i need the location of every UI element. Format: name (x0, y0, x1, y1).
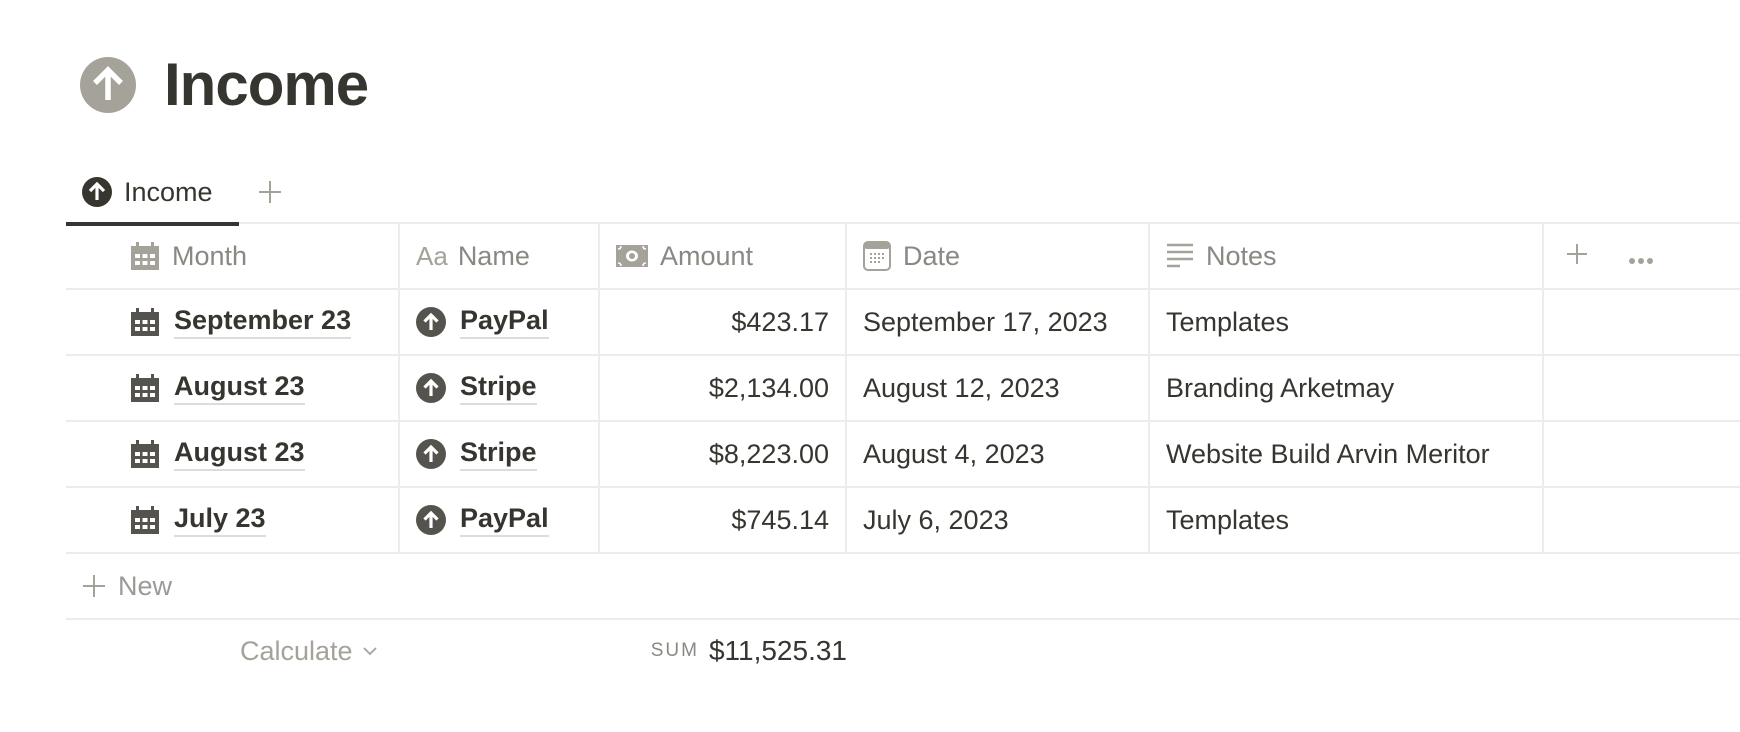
column-label: Month (172, 240, 248, 271)
calculation-row: Calculate SUM $11,525.31 (66, 620, 1740, 682)
name-cell[interactable]: Stripe (400, 356, 600, 420)
amount-cell[interactable]: $423.17 (600, 290, 847, 354)
column-actions (1544, 224, 1740, 288)
month-cell[interactable]: August 23 (66, 356, 400, 420)
month-link[interactable]: August 23 (174, 437, 305, 471)
new-label: New (118, 570, 173, 601)
notes-value: Branding Arketmay (1166, 372, 1395, 403)
calculate-label: Calculate (240, 635, 353, 666)
page-header: Income (80, 55, 369, 115)
calendar-icon (130, 439, 160, 469)
notes-cell[interactable]: Branding Arketmay (1150, 356, 1544, 420)
date-cell[interactable]: September 17, 2023 (847, 290, 1150, 354)
notes-cell[interactable]: Templates (1150, 290, 1544, 354)
column-header-month[interactable]: Month (66, 224, 400, 288)
column-header-date[interactable]: Date (847, 224, 1150, 288)
income-table: Month Aa Name Amount Date Notes Septembe… (66, 224, 1740, 682)
amount-value: $423.17 (731, 306, 829, 337)
arrow-up-circle-icon[interactable] (80, 57, 136, 113)
name-link[interactable]: Stripe (460, 371, 537, 405)
notes-value: Templates (1166, 504, 1290, 535)
new-row-button[interactable]: New (66, 554, 1740, 620)
plus-icon (1567, 243, 1587, 264)
calendar-icon (130, 307, 160, 337)
month-link[interactable]: September 23 (174, 305, 352, 339)
name-cell[interactable]: PayPal (400, 488, 600, 552)
lines-icon (1166, 243, 1194, 269)
month-link[interactable]: August 23 (174, 371, 305, 405)
amount-value: $8,223.00 (708, 438, 829, 469)
empty-cell (1544, 356, 1740, 420)
arrow-up-circle-icon (82, 177, 112, 207)
amount-cell[interactable]: $8,223.00 (600, 422, 847, 486)
notes-value: Templates (1166, 306, 1290, 337)
text-aa-icon: Aa (416, 240, 448, 271)
chevron-down-icon (362, 646, 377, 656)
date-value: August 12, 2023 (863, 372, 1060, 403)
amount-value: $2,134.00 (708, 372, 829, 403)
date-value: September 17, 2023 (863, 306, 1108, 337)
calculate-dropdown[interactable]: Calculate (240, 620, 377, 682)
table-row[interactable]: August 23 Stripe $8,223.00 August 4, 202… (66, 422, 1740, 488)
empty-cell (1544, 422, 1740, 486)
column-label: Name (457, 240, 530, 271)
name-cell[interactable]: Stripe (400, 422, 600, 486)
calendar-icon (130, 505, 160, 535)
date-cell[interactable]: August 12, 2023 (847, 356, 1150, 420)
column-header-notes[interactable]: Notes (1150, 224, 1544, 288)
table-row[interactable]: August 23 Stripe $2,134.00 August 12, 20… (66, 356, 1740, 422)
date-value: July 6, 2023 (863, 504, 1009, 535)
column-header-amount[interactable]: Amount (600, 224, 847, 288)
empty-cell (1544, 290, 1740, 354)
amount-cell[interactable]: $2,134.00 (600, 356, 847, 420)
tab-income[interactable]: Income (66, 160, 239, 226)
arrow-up-circle-icon (416, 373, 446, 403)
calendar-icon (130, 241, 160, 271)
name-link[interactable]: Stripe (460, 437, 537, 471)
amount-value: $745.14 (731, 504, 829, 535)
plus-icon (83, 575, 105, 597)
notes-cell[interactable]: Templates (1150, 488, 1544, 552)
column-header-name[interactable]: Aa Name (400, 224, 600, 288)
arrow-up-circle-icon (416, 439, 446, 469)
date-value: August 4, 2023 (863, 438, 1045, 469)
sum-label: SUM (650, 640, 699, 661)
banknote-icon (616, 245, 648, 267)
column-label: Amount (660, 240, 754, 271)
empty-cell (1544, 488, 1740, 552)
more-options-button[interactable] (1628, 241, 1654, 272)
month-cell[interactable]: August 23 (66, 422, 400, 486)
table-row[interactable]: September 23 PayPal $423.17 September 17… (66, 290, 1740, 356)
calendar-icon (130, 373, 160, 403)
tab-label: Income (124, 176, 213, 207)
column-label: Notes (1206, 240, 1277, 271)
name-link[interactable]: PayPal (460, 503, 549, 537)
table-row[interactable]: July 23 PayPal $745.14 July 6, 2023 Temp… (66, 488, 1740, 554)
amount-cell[interactable]: $745.14 (600, 488, 847, 552)
add-property-button[interactable] (1566, 241, 1588, 272)
date-cell[interactable]: August 4, 2023 (847, 422, 1150, 486)
column-label: Date (903, 240, 961, 271)
month-link[interactable]: July 23 (174, 503, 266, 537)
notes-value: Website Build Arvin Meritor (1166, 438, 1490, 469)
month-cell[interactable]: September 23 (66, 290, 400, 354)
plus-icon (259, 181, 281, 203)
ellipsis-icon (1629, 257, 1653, 264)
name-cell[interactable]: PayPal (400, 290, 600, 354)
view-tabs: Income (66, 160, 1740, 226)
name-link[interactable]: PayPal (460, 305, 549, 339)
amount-sum[interactable]: SUM $11,525.31 (620, 620, 847, 682)
date-icon (863, 241, 891, 271)
month-cell[interactable]: July 23 (66, 488, 400, 552)
sum-value: $11,525.31 (708, 635, 847, 666)
arrow-up-circle-icon (416, 307, 446, 337)
arrow-up-circle-icon (416, 505, 446, 535)
add-view-button[interactable] (250, 160, 290, 224)
date-cell[interactable]: July 6, 2023 (847, 488, 1150, 552)
notes-cell[interactable]: Website Build Arvin Meritor (1150, 422, 1544, 486)
page-title[interactable]: Income (164, 55, 369, 115)
table-header-row: Month Aa Name Amount Date Notes (66, 224, 1740, 290)
